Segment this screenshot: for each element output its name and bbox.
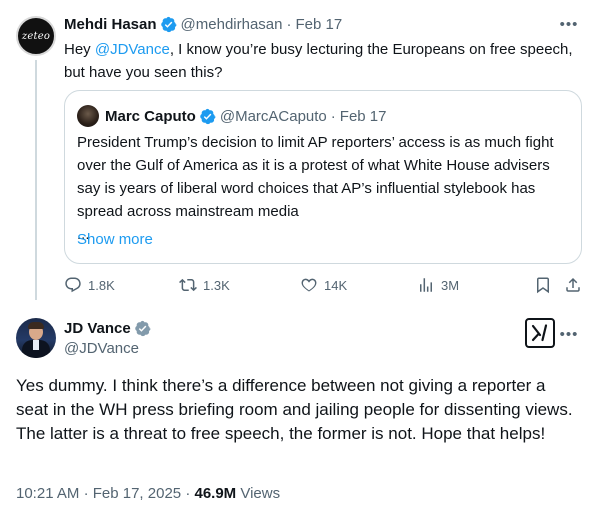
verified-badge-icon	[160, 16, 177, 32]
quoted-tweet-date: Feb 17	[339, 107, 387, 125]
mention-link[interactable]: @JDVance	[95, 41, 170, 58]
reply-button[interactable]: 1.8K	[64, 276, 115, 294]
parent-tweet[interactable]: zeteo Mehdi Hasan @mehdirhasan · Feb 17 …	[0, 0, 595, 306]
avatar[interactable]	[16, 318, 56, 358]
tweet-text-prefix: Hey	[64, 41, 95, 58]
separator-dot: ·	[83, 485, 89, 502]
author-name-row: JD Vance	[64, 320, 155, 337]
repost-button[interactable]: 1.3K	[179, 276, 230, 294]
repost-count: 1.3K	[203, 277, 230, 293]
like-count: 14K	[324, 277, 348, 293]
author-name[interactable]: Mehdi Hasan	[64, 16, 157, 33]
views-count[interactable]: 46.9M	[194, 485, 236, 502]
tweet-text: Hey @JDVance, I know you’re busy lecturi…	[64, 38, 584, 84]
author-handle[interactable]: @JDVance	[64, 340, 139, 357]
thread-connector-line	[35, 60, 37, 300]
quoted-tweet-header: Marc Caputo @MarcACaputo · Feb 17	[105, 105, 386, 127]
more-icon[interactable]: •••	[559, 14, 579, 34]
views-count: 3M	[441, 277, 460, 293]
reply-icon	[65, 277, 81, 293]
quoted-tweet-card[interactable]: Marc Caputo @MarcACaputo · Feb 17 Presid…	[64, 90, 582, 264]
share-icon	[566, 277, 580, 292]
author-handle[interactable]: @mehdirhasan	[181, 16, 283, 33]
show-more-link[interactable]: Show more	[77, 231, 153, 248]
separator-dot: ·	[330, 107, 336, 125]
avatar-logo-text: zeteo	[21, 30, 51, 42]
share-button[interactable]	[564, 276, 588, 294]
avatar-photo-part	[33, 340, 39, 350]
tweet-meta: 10:21 AM · Feb 17, 2025 · 46.9M Views	[16, 485, 280, 502]
repost-icon	[179, 278, 197, 292]
more-icon[interactable]: •••	[559, 324, 579, 344]
verified-badge-icon	[200, 108, 216, 124]
tweet-header: Mehdi Hasan @mehdirhasan · Feb 17	[64, 14, 342, 34]
views-button[interactable]: 3M	[417, 276, 459, 294]
bookmark-icon	[537, 277, 549, 294]
views-icon	[420, 278, 432, 292]
reply-count: 1.8K	[88, 277, 115, 293]
tweet-actions-bar: 1.8K 1.3K 14K 3M	[64, 276, 584, 296]
like-icon	[301, 278, 317, 292]
tweet-text: Yes dummy. I think there’s a difference …	[16, 376, 573, 443]
quoted-tweet-text: President Trump’s decision to limit AP r…	[77, 131, 571, 246]
views-label: Views	[240, 485, 281, 502]
quoted-tweet-body: President Trump’s decision to limit AP r…	[77, 134, 554, 220]
like-button[interactable]: 14K	[300, 276, 347, 294]
separator-dot: ·	[286, 15, 292, 33]
tweet-date[interactable]: Feb 17, 2025	[93, 485, 181, 502]
separator-dot: ·	[185, 485, 191, 502]
author-name[interactable]: JD Vance	[64, 320, 131, 337]
grok-icon	[531, 324, 548, 342]
grok-button[interactable]	[525, 318, 555, 348]
quoted-avatar[interactable]	[77, 105, 99, 127]
avatar-photo-part	[28, 322, 44, 329]
reply-tweet[interactable]: JD Vance @JDVance ••• Yes dummy. I think…	[0, 306, 595, 517]
avatar[interactable]: zeteo	[16, 16, 56, 56]
quoted-author-name: Marc Caputo	[105, 107, 196, 125]
bookmark-button[interactable]	[534, 276, 558, 294]
tweet-date[interactable]: Feb 17	[295, 16, 342, 33]
verified-badge-icon	[134, 320, 151, 337]
quoted-author-handle: @MarcACaputo	[219, 107, 327, 125]
tweet-time[interactable]: 10:21 AM	[16, 485, 79, 502]
